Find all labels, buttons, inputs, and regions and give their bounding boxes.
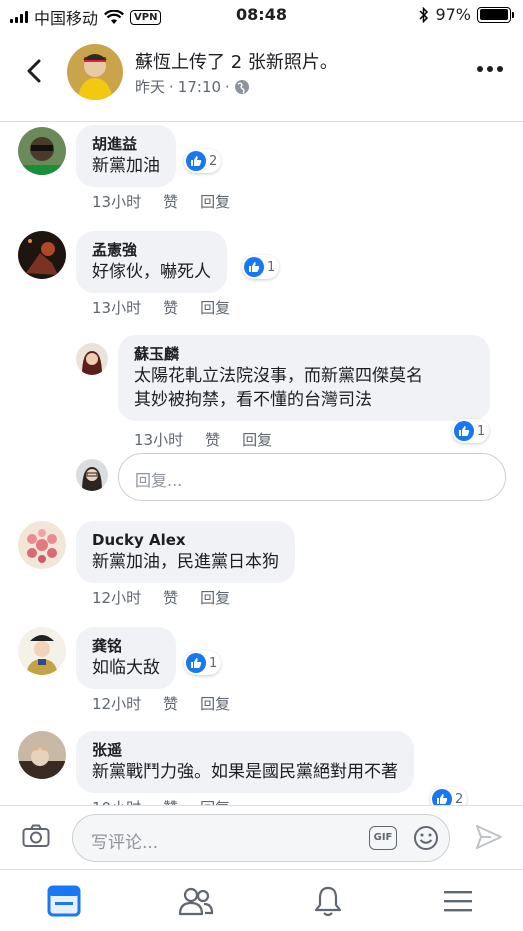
thumbs-up-icon — [186, 653, 206, 673]
reply-input[interactable]: 回复... — [118, 453, 506, 501]
thumbs-up-icon — [186, 151, 206, 171]
reply-button[interactable]: 回复 — [200, 191, 230, 212]
comment-text: 如临大敌 — [92, 658, 160, 678]
camera-icon[interactable] — [22, 824, 50, 848]
comment-text: 新黨加油 — [92, 156, 160, 176]
like-count: 2 — [455, 791, 464, 806]
like-count-badge[interactable]: 1 — [184, 651, 222, 675]
comment-bubble[interactable]: Ducky Alex 新黨加油，民進黨日本狗 — [76, 521, 295, 583]
comment: 张遥 新黨戰鬥力強。如果是國民黨絕對用不著 2 10小时 赞 回复 — [0, 729, 523, 805]
battery-percent: 97% — [435, 5, 471, 24]
commenter-name[interactable]: Ducky Alex — [92, 530, 279, 550]
avatar[interactable] — [18, 731, 66, 779]
like-count: 1 — [209, 655, 218, 671]
back-arrow-icon[interactable] — [20, 56, 50, 86]
comment: 胡進益 新黨加油 2 13小时 赞 回复 — [0, 123, 523, 223]
comment-text: 新黨加油，民進黨日本狗 — [92, 552, 279, 572]
reply-button[interactable]: 回复 — [242, 429, 272, 450]
avatar[interactable] — [18, 521, 66, 569]
commenter-name[interactable]: 胡進益 — [92, 134, 160, 154]
like-count-badge[interactable]: 2 — [184, 149, 222, 173]
avatar[interactable] — [18, 231, 66, 279]
news-feed-icon — [47, 885, 81, 917]
thumbs-up-icon — [454, 421, 474, 441]
reply-button[interactable]: 回复 — [200, 587, 230, 608]
comments-list[interactable]: 胡進益 新黨加油 2 13小时 赞 回复 孟憲強 好傢伙，嚇死人 1 13小时 … — [0, 123, 523, 805]
reply-comment: 蘇玉麟 太陽花軋立法院沒事，而新黨四傑莫名 其妙被拘禁，看不懂的台灣司法 1 1… — [0, 333, 523, 449]
comment-bubble[interactable]: 孟憲強 好傢伙，嚇死人 — [76, 231, 227, 293]
comment-time: 12小时 — [92, 695, 142, 713]
post-meta: 昨天 · 17:10 · — [135, 76, 250, 97]
like-count: 1 — [477, 423, 486, 439]
comment-placeholder: 写评论... — [91, 833, 159, 853]
thumbs-up-icon — [432, 789, 452, 805]
reply-button[interactable]: 回复 — [200, 797, 230, 805]
tab-news-feed[interactable] — [46, 884, 82, 918]
comment-time: 13小时 — [92, 299, 142, 317]
commenter-name[interactable]: 张遥 — [92, 740, 398, 760]
reply-button[interactable]: 回复 — [200, 693, 230, 714]
comment-text: 好傢伙，嚇死人 — [92, 262, 211, 282]
friends-icon — [178, 887, 214, 916]
like-button[interactable]: 赞 — [163, 587, 178, 608]
comment-text-line: 太陽花軋立法院沒事，而新黨四傑莫名 — [134, 366, 423, 386]
avatar[interactable] — [18, 627, 66, 675]
poster-avatar[interactable] — [67, 44, 123, 100]
tab-notifications[interactable] — [310, 884, 346, 918]
commenter-name[interactable]: 孟憲強 — [92, 240, 211, 260]
comment-text-line: 其妙被拘禁，看不懂的台灣司法 — [134, 390, 372, 410]
reply-button[interactable]: 回复 — [200, 297, 230, 318]
comment-composer: 写评论... GIF — [0, 805, 523, 869]
comment-bubble[interactable]: 蘇玉麟 太陽花軋立法院沒事，而新黨四傑莫名 其妙被拘禁，看不懂的台灣司法 — [118, 335, 490, 421]
comment-text: 新黨戰鬥力強。如果是國民黨絕對用不著 — [92, 762, 398, 782]
like-count-badge[interactable]: 2 — [430, 787, 468, 806]
commenter-name[interactable]: 蘇玉麟 — [134, 344, 474, 364]
bluetooth-icon — [419, 6, 429, 23]
like-button[interactable]: 赞 — [163, 693, 178, 714]
comment-bubble[interactable]: 龚铭 如临大敌 — [76, 627, 176, 689]
post-header: 蘇恆上传了 2 张新照片。 昨天 · 17:10 · — [0, 30, 523, 122]
tab-bar — [0, 869, 523, 931]
comment-time: 13小时 — [92, 193, 142, 211]
more-options-icon[interactable] — [477, 66, 503, 72]
like-count: 1 — [267, 259, 276, 275]
comment-time: 12小时 — [92, 589, 142, 607]
commenter-name[interactable]: 龚铭 — [92, 636, 160, 656]
like-button[interactable]: 赞 — [205, 429, 220, 450]
menu-icon — [444, 891, 472, 912]
status-bar: 中国移动 VPN 08:48 97% — [0, 0, 523, 30]
comment-input[interactable]: 写评论... GIF — [72, 814, 450, 862]
tab-friends[interactable] — [178, 884, 214, 918]
like-count: 2 — [209, 153, 218, 169]
comment-time: 10小时 — [92, 797, 141, 805]
avatar[interactable] — [76, 343, 108, 375]
like-button[interactable]: 赞 — [163, 297, 178, 318]
globe-icon — [234, 79, 249, 94]
gif-button[interactable]: GIF — [369, 826, 397, 850]
post-title: 蘇恆上传了 2 张新照片。 — [135, 52, 338, 73]
comment-bubble[interactable]: 胡進益 新黨加油 — [76, 125, 176, 187]
avatar[interactable] — [18, 127, 66, 175]
send-icon[interactable] — [475, 824, 503, 850]
thumbs-up-icon — [244, 257, 264, 277]
comment-bubble[interactable]: 张遥 新黨戰鬥力強。如果是國民黨絕對用不著 — [76, 731, 414, 793]
tab-menu[interactable] — [440, 884, 476, 918]
comment: 龚铭 如临大敌 1 12小时 赞 回复 — [0, 625, 523, 725]
comment-time: 13小时 — [134, 431, 184, 449]
like-count-badge[interactable]: 1 — [452, 419, 490, 443]
my-avatar — [76, 459, 108, 491]
notifications-icon — [314, 886, 342, 917]
post-day: 昨天 — [135, 78, 166, 96]
comment: Ducky Alex 新黨加油，民進黨日本狗 12小时 赞 回复 — [0, 519, 523, 619]
emoji-icon[interactable] — [413, 825, 439, 851]
comment: 孟憲強 好傢伙，嚇死人 1 13小时 赞 回复 — [0, 229, 523, 329]
battery-icon — [477, 6, 514, 23]
like-button[interactable]: 赞 — [163, 797, 178, 805]
like-count-badge[interactable]: 1 — [242, 255, 280, 279]
post-time: 17:10 — [177, 77, 222, 96]
like-button[interactable]: 赞 — [163, 191, 178, 212]
